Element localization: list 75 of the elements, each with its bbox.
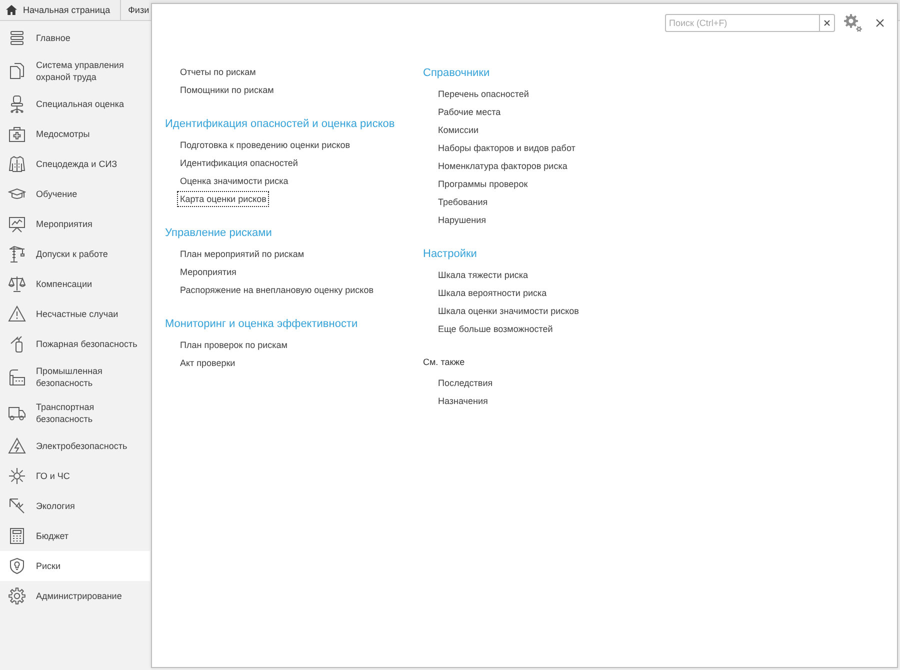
menu-link[interactable]: Еще больше возможностей [435, 321, 556, 337]
shield-icon [8, 557, 26, 575]
sidebar-item[interactable]: ГО и ЧС [0, 461, 150, 491]
menu-link[interactable]: Перечень опасностей [435, 86, 532, 102]
sidebar-item[interactable]: Главное [0, 23, 150, 53]
sidebar-item[interactable]: Администрирование [0, 581, 150, 611]
tab[interactable]: Начальная страница [0, 0, 122, 20]
crane-icon [8, 245, 26, 263]
diagonal-arrow-icon [8, 497, 26, 515]
chart-board-icon [8, 215, 26, 233]
see-also-label: См. также [423, 356, 465, 369]
close-icon[interactable] [876, 19, 884, 27]
menu-link[interactable]: Комиссии [435, 122, 482, 138]
section-heading: Мониторинг и оценка эффективности [165, 317, 358, 332]
menu-link[interactable]: Наборы факторов и видов работ [435, 140, 578, 156]
sidebar-item[interactable]: Несчастные случаи [0, 299, 150, 329]
documents-icon [8, 62, 26, 80]
menu-link[interactable]: Последствия [435, 375, 496, 391]
truck-icon [8, 404, 26, 422]
tab[interactable]: Физи [121, 0, 150, 20]
settings-icon[interactable] [844, 14, 862, 32]
menu-link[interactable]: Требования [435, 194, 491, 210]
calculator-icon [8, 527, 26, 545]
office-chair-icon [8, 95, 26, 113]
high-voltage-icon [8, 437, 26, 455]
menu-link[interactable]: Идентификация опасностей [177, 155, 301, 171]
menu-link[interactable]: Программы проверок [435, 176, 531, 192]
cross-icon [824, 20, 830, 26]
scales-icon [8, 275, 26, 293]
menu-link[interactable]: Мероприятия [177, 264, 240, 280]
medical-kit-icon [8, 125, 26, 143]
menu-link[interactable]: Отчеты по рискам [177, 64, 259, 80]
sidebar-item[interactable]: Обучение [0, 179, 150, 209]
menu-link[interactable]: Помощники по рискам [177, 82, 277, 98]
menu-link[interactable]: Акт проверки [177, 355, 238, 371]
menu-link[interactable]: Шкала тяжести риска [435, 267, 531, 283]
menu-link[interactable]: Распоряжение на внеплановую оценку рисков [177, 282, 376, 298]
sidebar-item[interactable]: Специальная оценка [0, 89, 150, 119]
burst-icon [8, 467, 26, 485]
sidebar-item[interactable]: Пожарная безопасность [0, 329, 150, 359]
sidebar-item[interactable]: Экология [0, 491, 150, 521]
menu-link[interactable]: Шкала оценки значимости рисков [435, 303, 582, 319]
menu-link[interactable]: Номенклатура факторов риска [435, 158, 570, 174]
section-heading: Настройки [423, 247, 477, 262]
sidebar-item[interactable]: Допуски к работе [0, 239, 150, 269]
sidebar-item[interactable]: Мероприятия [0, 209, 150, 239]
sidebar-item[interactable]: Компенсации [0, 269, 150, 299]
search-field[interactable]: Поиск (Ctrl+F) [665, 14, 820, 32]
menu-link[interactable]: План мероприятий по рискам [177, 246, 308, 262]
menu-link[interactable]: Назначения [435, 393, 491, 409]
menu-link[interactable]: Оценка значимости риска [177, 173, 292, 189]
gear-icon [8, 587, 26, 605]
menu-link[interactable]: Карта оценки рисков [177, 191, 270, 207]
menu-link[interactable]: План проверок по рискам [177, 337, 290, 353]
menu-link[interactable]: Шкала вероятности риска [435, 285, 550, 301]
sidebar-item[interactable]: Медосмотры [0, 119, 150, 149]
menu-link[interactable]: Подготовка к проведению оценки рисков [177, 137, 354, 153]
sidebar-item[interactable]: Электробезопасность [0, 431, 150, 461]
clear-button[interactable] [820, 14, 835, 32]
factory-icon [8, 368, 26, 386]
menu-icon [8, 29, 26, 47]
menu-link[interactable]: Рабочие места [435, 104, 504, 120]
sidebar-item[interactable]: Промышленная безопасность [0, 359, 150, 395]
jacket-icon [8, 155, 26, 173]
sidebar-item[interactable]: Система управления охраной труда [0, 53, 150, 89]
section-heading: Идентификация опасностей и оценка рисков [165, 117, 395, 132]
sidebar-item[interactable]: Спецодежда и СИЗ [0, 149, 150, 179]
section-heading: Справочники [423, 66, 490, 81]
sidebar-item[interactable]: Риски [0, 551, 150, 581]
sidebar-item[interactable]: Транспортная безопасность [0, 395, 150, 431]
section-heading: Управление рисками [165, 226, 272, 241]
home-icon [6, 5, 17, 15]
sidebar-item[interactable]: Бюджет [0, 521, 150, 551]
warning-icon [8, 305, 26, 323]
menu-link[interactable]: Нарушения [435, 212, 490, 228]
